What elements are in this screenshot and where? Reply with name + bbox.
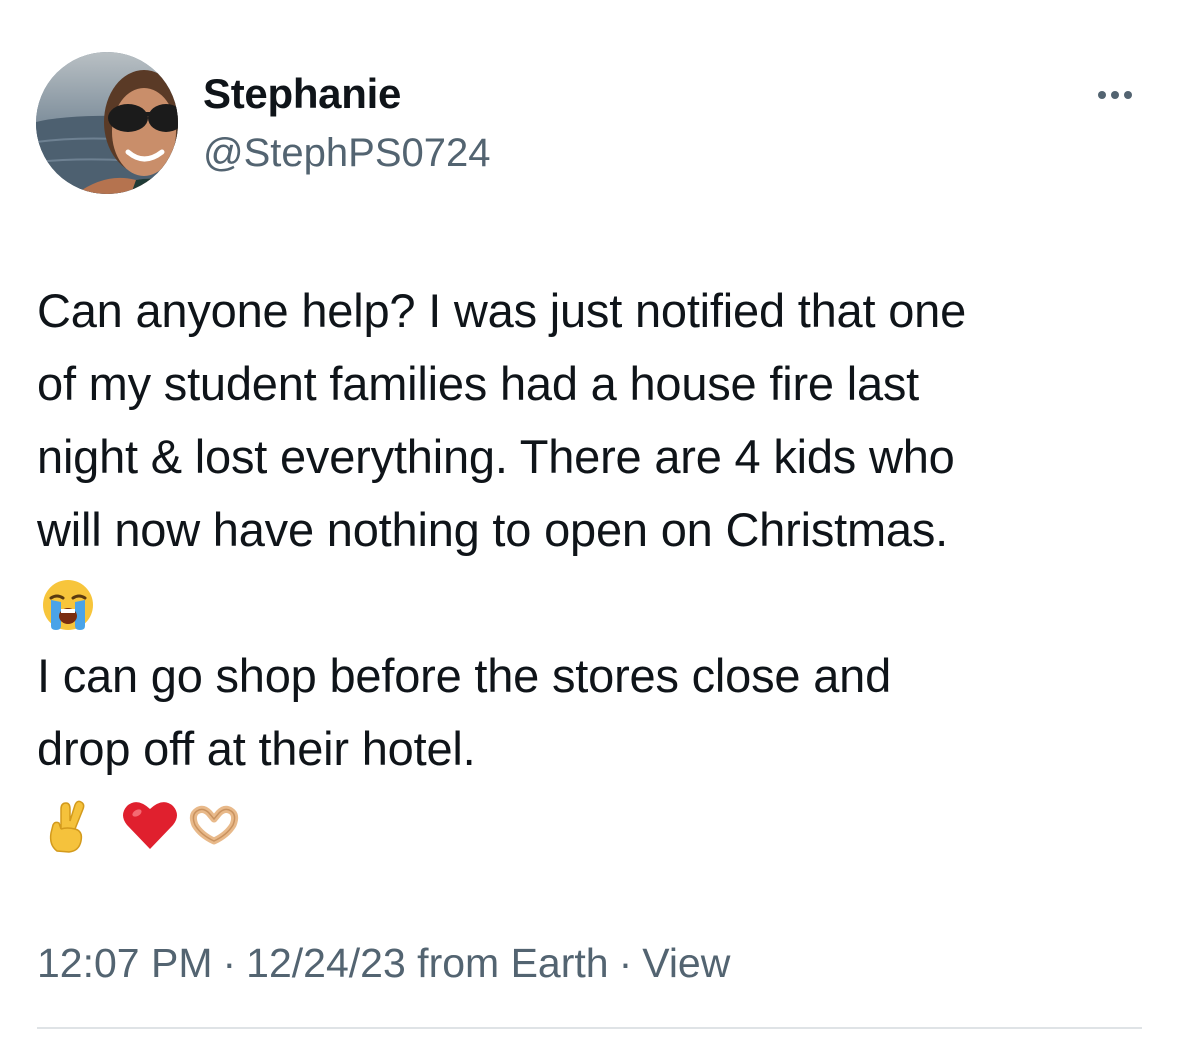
tweet-metadata: 12:07 PM · 12/24/23 from Earth · View <box>37 938 730 988</box>
tweet-line: I can go shop before the stores close an… <box>37 649 892 702</box>
tweet: Stephanie @StephPS0724 Can anyone help? … <box>0 0 1179 1042</box>
more-icon <box>1098 91 1132 99</box>
emoji-row <box>37 566 1147 639</box>
tweet-line: of my student families had a house fire … <box>37 357 920 410</box>
avatar[interactable] <box>36 52 178 194</box>
emoji-row <box>37 785 1147 858</box>
tweet-line: drop off at their hotel. <box>37 722 476 775</box>
separator-dot: · <box>222 940 237 986</box>
tweet-text: Can anyone help? I was just notified tha… <box>37 274 1147 858</box>
tweet-line: night & lost everything. There are 4 kid… <box>37 430 955 483</box>
more-options-button[interactable] <box>1088 80 1142 110</box>
author-handle[interactable]: @StephPS0724 <box>203 130 490 176</box>
loudly-crying-face-icon <box>39 576 97 634</box>
author-display-name[interactable]: Stephanie <box>203 70 401 118</box>
crossed-fingers-icon <box>39 795 97 853</box>
view-link[interactable]: View <box>642 940 730 986</box>
tweet-line: Can anyone help? I was just notified tha… <box>37 284 967 337</box>
divider <box>37 1027 1142 1029</box>
tweet-date[interactable]: 12/24/23 <box>246 940 406 986</box>
separator-dot: · <box>618 940 633 986</box>
tweet-time[interactable]: 12:07 PM <box>37 940 213 986</box>
heart-hands-icon <box>185 795 243 853</box>
tweet-line: will now have nothing to open on Christm… <box>37 503 949 556</box>
tweet-source: from Earth <box>417 940 609 986</box>
red-heart-icon <box>121 795 179 853</box>
